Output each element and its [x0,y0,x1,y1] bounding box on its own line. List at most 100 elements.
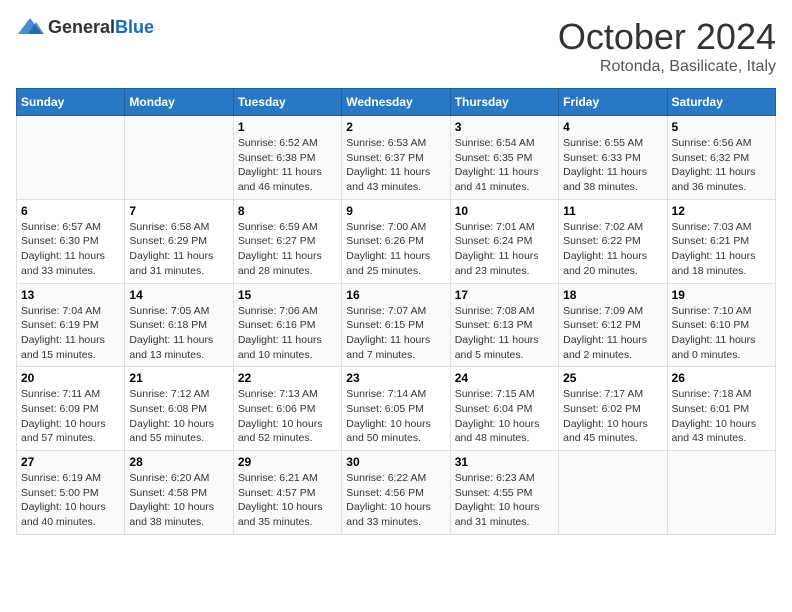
day-of-week-header: Tuesday [233,89,341,116]
calendar-week-row: 13 Sunrise: 7:04 AMSunset: 6:19 PMDayligh… [17,283,776,367]
calendar-day-cell: 26 Sunrise: 7:18 AMSunset: 6:01 PMDayligh… [667,367,775,451]
day-info: Sunrise: 7:04 AMSunset: 6:19 PMDaylight:… [21,304,120,363]
day-number: 28 [129,455,228,469]
calendar-day-cell: 18Sunrise: 7:09 AMSunset: 6:12 PMDayligh… [559,283,667,367]
day-of-week-header: Sunday [17,89,125,116]
calendar-day-cell: 13 Sunrise: 7:04 AMSunset: 6:19 PMDayligh… [17,283,125,367]
day-number: 2 [346,120,445,134]
day-number: 1 [238,120,337,134]
calendar-day-cell: 16 Sunrise: 7:07 AMSunset: 6:15 PMDayligh… [342,283,450,367]
day-info: Sunrise: 6:57 AMSunset: 6:30 PMDaylight:… [21,220,120,279]
day-number: 17 [455,288,554,302]
calendar-day-cell: 4Sunrise: 6:55 AMSunset: 6:33 PMDaylight… [559,116,667,200]
day-info: Sunrise: 6:22 AMSunset: 4:56 PMDaylight:… [346,471,445,530]
calendar-day-cell: 11 Sunrise: 7:02 AMSunset: 6:22 PMDayligh… [559,199,667,283]
day-info: Sunrise: 6:55 AMSunset: 6:33 PMDaylight:… [563,136,662,195]
day-info: Sunrise: 7:05 AMSunset: 6:18 PMDaylight:… [129,304,228,363]
calendar-week-row: 1 Sunrise: 6:52 AMSunset: 6:38 PMDaylight… [17,116,776,200]
calendar-day-cell: 14Sunrise: 7:05 AMSunset: 6:18 PMDayligh… [125,283,233,367]
calendar-day-cell: 3 Sunrise: 6:54 AMSunset: 6:35 PMDaylight… [450,116,558,200]
calendar-day-cell: 5Sunrise: 6:56 AMSunset: 6:32 PMDaylight… [667,116,775,200]
day-number: 7 [129,204,228,218]
day-number: 12 [672,204,771,218]
month-title: October 2024 [558,16,776,58]
day-of-week-header: Monday [125,89,233,116]
logo-blue: Blue [115,17,154,37]
title-block: October 2024 Rotonda, Basilicate, Italy [558,16,776,76]
day-number: 13 [21,288,120,302]
calendar-day-cell: 9 Sunrise: 7:00 AMSunset: 6:26 PMDaylight… [342,199,450,283]
calendar-day-cell: 27 Sunrise: 6:19 AMSunset: 5:00 PMDayligh… [17,451,125,535]
logo-icon [16,16,44,38]
calendar-day-cell [667,451,775,535]
calendar-day-cell: 31Sunrise: 6:23 AMSunset: 4:55 PMDayligh… [450,451,558,535]
calendar-day-cell: 19Sunrise: 7:10 AMSunset: 6:10 PMDayligh… [667,283,775,367]
page-header: GeneralBlue October 2024 Rotonda, Basili… [16,16,776,76]
day-number: 18 [563,288,662,302]
day-info: Sunrise: 6:58 AMSunset: 6:29 PMDaylight:… [129,220,228,279]
day-info: Sunrise: 7:06 AMSunset: 6:16 PMDaylight:… [238,304,337,363]
day-number: 27 [21,455,120,469]
day-info: Sunrise: 7:02 AMSunset: 6:22 PMDaylight:… [563,220,662,279]
calendar-day-cell: 8Sunrise: 6:59 AMSunset: 6:27 PMDaylight… [233,199,341,283]
day-number: 26 [672,371,771,385]
calendar-day-cell: 7 Sunrise: 6:58 AMSunset: 6:29 PMDaylight… [125,199,233,283]
day-of-week-header: Saturday [667,89,775,116]
day-info: Sunrise: 7:08 AMSunset: 6:13 PMDaylight:… [455,304,554,363]
calendar-day-cell [125,116,233,200]
day-number: 30 [346,455,445,469]
day-info: Sunrise: 6:20 AMSunset: 4:58 PMDaylight:… [129,471,228,530]
day-number: 11 [563,204,662,218]
day-info: Sunrise: 6:54 AMSunset: 6:35 PMDaylight:… [455,136,554,195]
day-number: 15 [238,288,337,302]
day-number: 3 [455,120,554,134]
day-number: 16 [346,288,445,302]
location-subtitle: Rotonda, Basilicate, Italy [558,58,776,76]
calendar-week-row: 20Sunrise: 7:11 AMSunset: 6:09 PMDayligh… [17,367,776,451]
day-of-week-header: Friday [559,89,667,116]
logo: GeneralBlue [16,16,154,38]
calendar-day-cell: 29 Sunrise: 6:21 AMSunset: 4:57 PMDayligh… [233,451,341,535]
day-info: Sunrise: 7:15 AMSunset: 6:04 PMDaylight:… [455,387,554,446]
calendar-day-cell: 10 Sunrise: 7:01 AMSunset: 6:24 PMDayligh… [450,199,558,283]
day-number: 10 [455,204,554,218]
day-info: Sunrise: 7:07 AMSunset: 6:15 PMDaylight:… [346,304,445,363]
day-number: 29 [238,455,337,469]
day-info: Sunrise: 7:03 AMSunset: 6:21 PMDaylight:… [672,220,771,279]
day-info: Sunrise: 6:52 AMSunset: 6:38 PMDaylight:… [238,136,337,195]
day-number: 9 [346,204,445,218]
logo-general: General [48,17,115,37]
calendar-day-cell: 6 Sunrise: 6:57 AMSunset: 6:30 PMDaylight… [17,199,125,283]
day-info: Sunrise: 6:23 AMSunset: 4:55 PMDaylight:… [455,471,554,530]
calendar-day-cell: 22Sunrise: 7:13 AMSunset: 6:06 PMDayligh… [233,367,341,451]
calendar-day-cell: 12 Sunrise: 7:03 AMSunset: 6:21 PMDayligh… [667,199,775,283]
day-info: Sunrise: 6:56 AMSunset: 6:32 PMDaylight:… [672,136,771,195]
day-info: Sunrise: 6:21 AMSunset: 4:57 PMDaylight:… [238,471,337,530]
day-info: Sunrise: 6:19 AMSunset: 5:00 PMDaylight:… [21,471,120,530]
day-of-week-header: Thursday [450,89,558,116]
day-info: Sunrise: 7:14 AMSunset: 6:05 PMDaylight:… [346,387,445,446]
day-number: 23 [346,371,445,385]
day-number: 25 [563,371,662,385]
calendar-table: SundayMondayTuesdayWednesdayThursdayFrid… [16,88,776,535]
day-number: 19 [672,288,771,302]
day-info: Sunrise: 7:00 AMSunset: 6:26 PMDaylight:… [346,220,445,279]
day-info: Sunrise: 7:13 AMSunset: 6:06 PMDaylight:… [238,387,337,446]
logo-text: GeneralBlue [48,17,154,38]
day-info: Sunrise: 7:01 AMSunset: 6:24 PMDaylight:… [455,220,554,279]
calendar-day-cell: 23 Sunrise: 7:14 AMSunset: 6:05 PMDayligh… [342,367,450,451]
calendar-day-cell: 15 Sunrise: 7:06 AMSunset: 6:16 PMDayligh… [233,283,341,367]
day-number: 21 [129,371,228,385]
calendar-day-cell: 21 Sunrise: 7:12 AMSunset: 6:08 PMDayligh… [125,367,233,451]
day-info: Sunrise: 7:18 AMSunset: 6:01 PMDaylight:… [672,387,771,446]
calendar-day-cell: 24Sunrise: 7:15 AMSunset: 6:04 PMDayligh… [450,367,558,451]
calendar-header-row: SundayMondayTuesdayWednesdayThursdayFrid… [17,89,776,116]
calendar-day-cell [17,116,125,200]
calendar-day-cell: 2Sunrise: 6:53 AMSunset: 6:37 PMDaylight… [342,116,450,200]
day-number: 6 [21,204,120,218]
day-of-week-header: Wednesday [342,89,450,116]
day-info: Sunrise: 7:12 AMSunset: 6:08 PMDaylight:… [129,387,228,446]
calendar-day-cell [559,451,667,535]
calendar-day-cell: 17 Sunrise: 7:08 AMSunset: 6:13 PMDayligh… [450,283,558,367]
calendar-day-cell: 28 Sunrise: 6:20 AMSunset: 4:58 PMDayligh… [125,451,233,535]
